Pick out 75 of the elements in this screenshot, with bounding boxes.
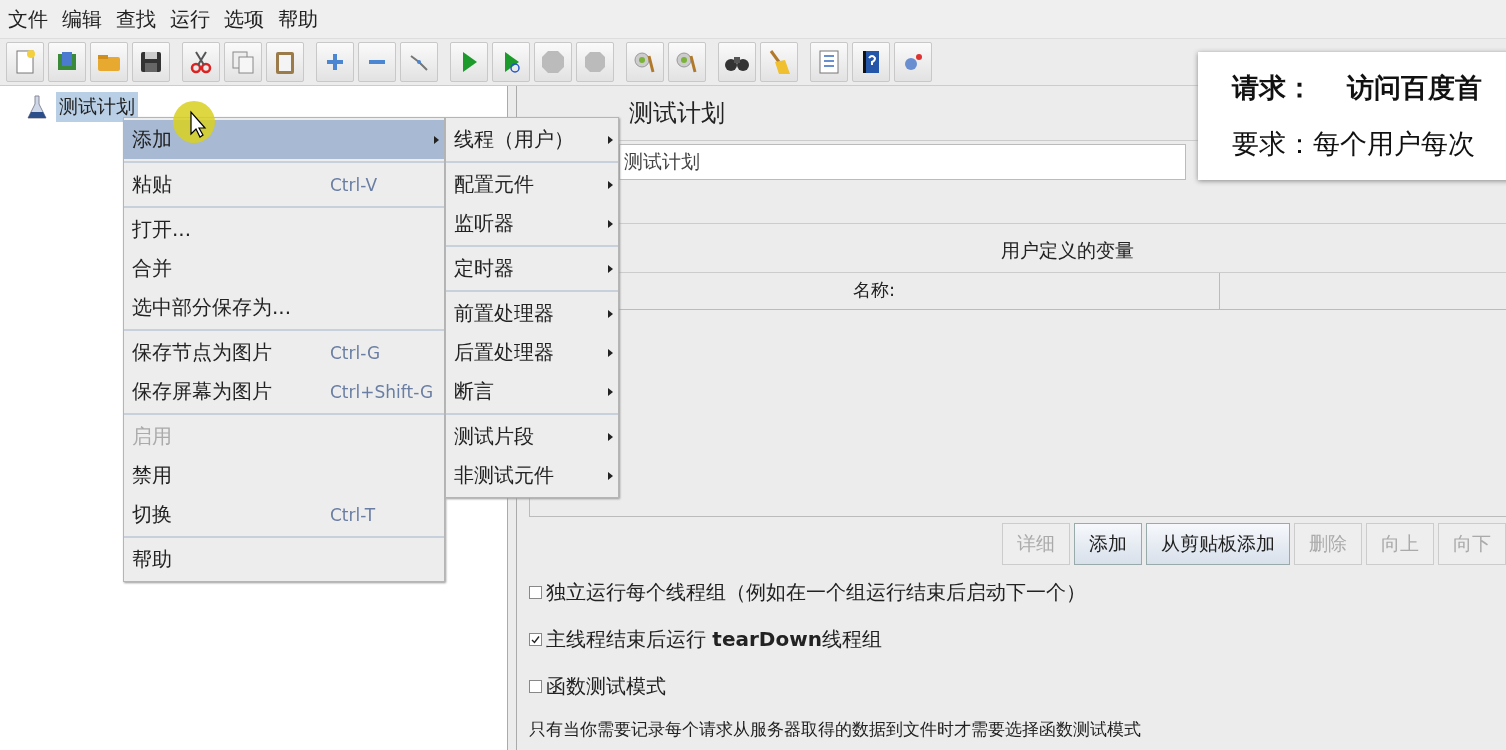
submenu-arrow-icon [608,309,613,318]
submenu-arrow-icon [608,264,613,273]
name-field[interactable]: 测试计划 [619,144,1186,180]
menu-item[interactable]: 打开... [124,210,444,249]
submenu-arrow-icon [608,432,613,441]
submenu-arrow-icon [608,387,613,396]
menu-item[interactable]: 禁用 [124,456,444,495]
menu-item[interactable]: 选项 [224,5,264,33]
checkbox-label[interactable]: 主线程结束后运行 tearDown线程组 [546,626,882,653]
play-icon [463,52,477,72]
panel-title: 测试计划 [629,98,725,129]
list-icon [819,50,839,74]
gear-broom-icon [676,52,697,73]
checkbox-label[interactable]: 独立运行每个线程组（例如在一个组运行结束后启动下一个） [546,579,1086,606]
checkbox-label[interactable]: 函数测试模式 [546,673,666,700]
copy-icon [232,51,254,74]
submenu-arrow-icon [608,471,613,480]
checkbox[interactable] [529,633,542,646]
menu-item[interactable]: 帮助 [124,540,444,579]
toolbar-button[interactable] [852,42,890,82]
binoculars-icon [725,57,749,71]
submenu-arrow-icon [434,135,439,144]
toolbar-button[interactable] [182,42,220,82]
minus-icon [369,60,385,64]
toolbar-button[interactable] [132,42,170,82]
stop-icon [585,52,605,72]
menu-item[interactable]: 文件 [8,5,48,33]
menu-item[interactable]: 断言 [446,372,618,411]
folder-icon [98,55,120,71]
menu-item[interactable]: 后置处理器 [446,333,618,372]
menu-item[interactable]: 监听器 [446,204,618,243]
mouse-cursor-icon [172,100,216,144]
menu-item[interactable]: 编辑 [62,5,102,33]
section-title: 用户定义的变量 [1001,238,1134,263]
menu-item[interactable]: 测试片段 [446,417,618,456]
menu-item[interactable]: 配置元件 [446,165,618,204]
menu-item[interactable]: 查找 [116,5,156,33]
help-icon [863,51,879,73]
menu-item[interactable]: 选中部分保存为... [124,288,444,327]
note-text: 要求：每个用户每次 [1232,127,1476,161]
submenu-arrow-icon [608,180,613,189]
menu-item[interactable]: 线程（用户） [446,120,618,159]
menu-item[interactable]: 运行 [170,5,210,33]
menu-item[interactable]: 切换 Ctrl-T [124,495,444,534]
menu-item[interactable]: 添加 [124,120,444,159]
tree-node[interactable]: 测试计划 [56,92,138,122]
menu-item[interactable]: 合并 [124,249,444,288]
document-icon [16,50,35,74]
menu-item[interactable]: 非测试元件 [446,456,618,495]
menu-item[interactable]: 粘贴 Ctrl-V [124,165,444,204]
flask-icon [26,94,48,120]
checkbox[interactable] [529,680,542,693]
menu-item[interactable]: 保存节点为图片 Ctrl-G [124,333,444,372]
submenu-arrow-icon [608,219,613,228]
play-icon [505,52,520,73]
note-label: 请求： [1232,71,1313,105]
action-button[interactable]: 从剪贴板添加 [1146,523,1290,565]
menu-item[interactable]: 保存屏幕为图片 Ctrl+Shift-G [124,372,444,411]
book-icon [58,52,76,70]
menu-item[interactable]: 帮助 [278,5,318,33]
checkbox[interactable] [529,586,542,599]
network-icon [905,54,922,70]
action-button[interactable]: 添加 [1074,523,1142,565]
clipboard-icon [276,52,294,74]
hint-text: 只有当你需要记录每个请求从服务器取得的数据到文件时才需要选择函数测试模式 [529,718,1142,741]
submenu-arrow-icon [608,135,613,144]
stop-icon [542,51,564,73]
toolbar-button[interactable] [718,42,756,82]
plus-icon [325,52,345,72]
note-text: 访问百度首 [1347,71,1482,105]
broom-icon [769,50,790,74]
cut-icon [190,51,212,74]
submenu-arrow-icon [608,348,613,357]
gear-broom-icon [634,52,655,73]
save-icon [141,52,161,72]
